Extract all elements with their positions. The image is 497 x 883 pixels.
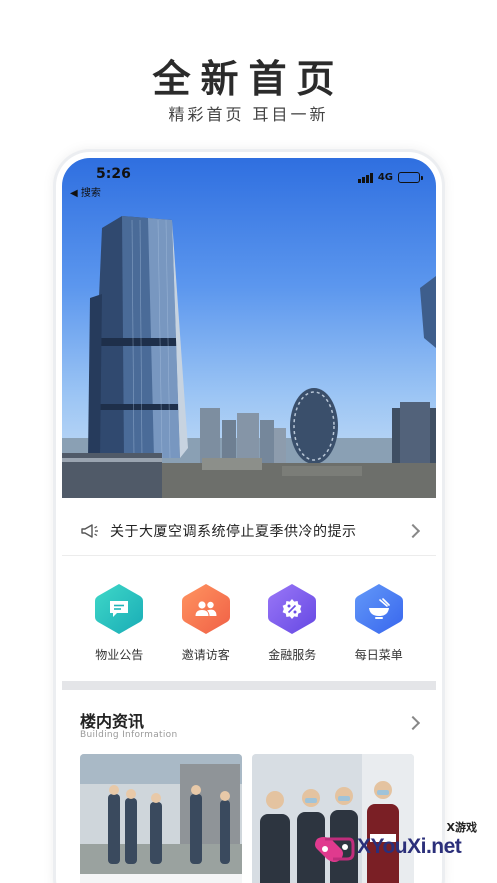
megaphone-icon [81,523,98,538]
notice-bar[interactable]: 关于大厦空调系统停止夏季供冷的提示 [62,506,436,556]
section-title: 楼内资讯 [80,712,145,731]
chevron-right-icon [405,523,421,538]
news-photo [80,754,242,883]
battery-icon [398,172,423,183]
signal-icon [357,172,373,183]
promo-subtitle: 精彩首页 耳目一新 [168,105,329,124]
status-time: 5:26 [96,166,131,182]
service-icon-wrap [352,582,406,636]
service-grid: 物业公告 邀请访客 金融服务 每日菜单 [62,582,436,672]
promo-title: 全新首页 [152,56,345,101]
service-label: 邀请访客 [181,648,230,662]
status-indicators: 4G [357,172,423,183]
service-icon-wrap [179,582,233,636]
section-divider [62,681,436,690]
status-back-link[interactable]: ◀ 搜索 [70,184,101,199]
phone-frame: 5:26 ◀ 搜索 4G 关于大厦空调系统停止夏季供冷的提示 物业公告 邀请访客… [56,152,442,883]
service-invite-visitor[interactable]: 邀请访客 [171,582,241,672]
service-property-notice[interactable]: 物业公告 [84,582,154,672]
status-bar: 5:26 ◀ 搜索 4G [62,158,436,199]
service-label: 物业公告 [95,648,144,662]
bowl-icon [368,598,390,619]
gamepad-icon [315,837,355,862]
app-screen: 5:26 ◀ 搜索 4G 关于大厦空调系统停止夏季供冷的提示 物业公告 邀请访客… [62,158,436,883]
building-info-header[interactable]: 楼内资讯 Building Information [62,702,436,746]
people-icon [195,601,217,616]
service-icon-wrap [265,582,319,636]
service-label: 金融服务 [268,648,317,662]
chevron-right-icon [405,715,421,731]
service-daily-menu[interactable]: 每日菜单 [344,582,414,672]
hero-banner[interactable]: 5:26 ◀ 搜索 4G [62,158,436,498]
finance-icon [282,599,302,619]
news-card[interactable] [80,754,242,883]
service-finance[interactable]: 金融服务 [257,582,327,672]
site-watermark: X游戏 XYouXi.net [309,821,489,867]
notice-text: 关于大厦空调系统停止夏季供冷的提示 [110,523,357,540]
home-content: 关于大厦空调系统停止夏季供冷的提示 物业公告 邀请访客 金融服务 每日菜单 楼内… [62,498,436,883]
section-subtitle: Building Information [80,730,178,740]
service-icon-wrap [92,582,146,636]
building-photo [62,216,436,498]
service-label: 每日菜单 [354,648,403,662]
watermark-text: XYouXi.net [357,835,462,858]
message-icon [110,601,129,617]
watermark-top: X游戏 [446,821,477,834]
network-type: 4G [377,172,393,183]
